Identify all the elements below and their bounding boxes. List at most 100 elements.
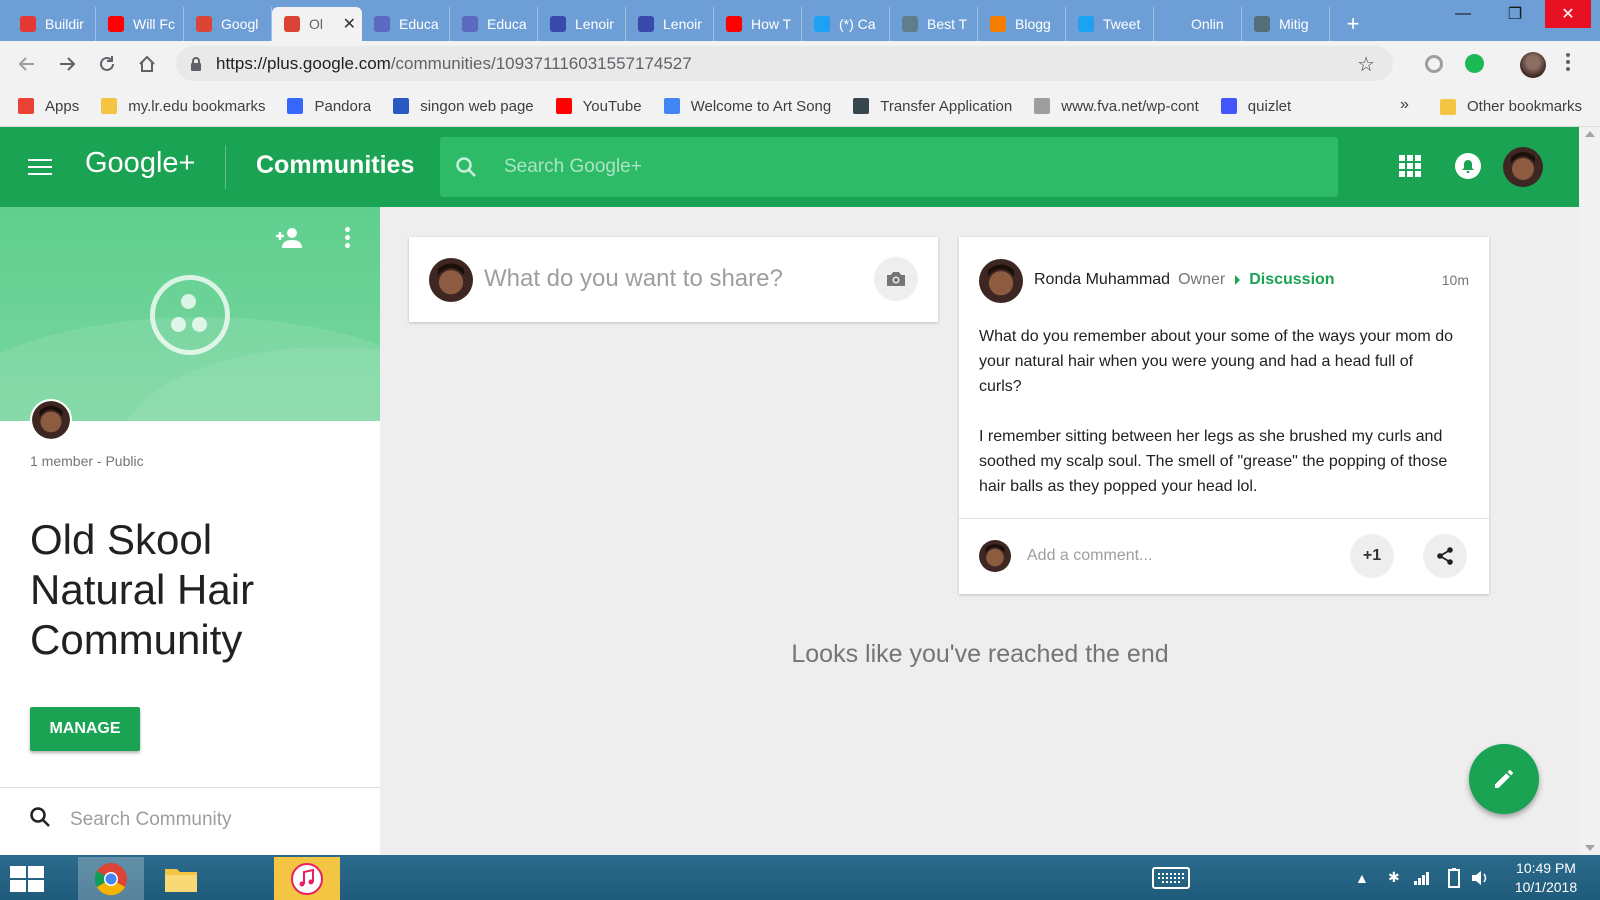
browser-tab[interactable]: Educa — [450, 7, 538, 41]
profile-avatar-icon[interactable] — [1520, 52, 1546, 78]
battery-icon[interactable] — [1445, 855, 1463, 900]
scroll-down-icon[interactable] — [1585, 845, 1595, 851]
header-divider — [225, 145, 226, 189]
touch-keyboard-icon[interactable] — [1152, 855, 1190, 900]
taskbar-itunes[interactable] — [274, 857, 340, 900]
post-timestamp[interactable]: 10m — [1442, 272, 1469, 288]
grammarly-extension-icon[interactable] — [1465, 54, 1484, 73]
browser-tab[interactable]: Mitig — [1242, 7, 1330, 41]
bookmark-item[interactable]: Apps — [18, 98, 79, 115]
bookmark-item[interactable]: YouTube — [555, 98, 642, 115]
browser-tab[interactable]: (*) Ca — [802, 7, 890, 41]
author-role: Owner — [1178, 271, 1226, 288]
browser-tab[interactable]: Lenoir — [626, 7, 714, 41]
browser-tab[interactable]: How T — [714, 7, 802, 41]
reload-button[interactable] — [94, 51, 120, 77]
music-note-icon — [291, 862, 323, 895]
share-box[interactable]: What do you want to share? — [409, 237, 938, 322]
share-prompt[interactable]: What do you want to share? — [484, 265, 783, 293]
new-tab-button[interactable]: + — [1338, 7, 1368, 41]
browser-tab[interactable]: Blogg — [978, 7, 1066, 41]
bookmark-item[interactable]: singon web page — [393, 98, 534, 115]
user-avatar[interactable] — [1503, 147, 1543, 187]
back-button[interactable] — [14, 51, 40, 77]
system-clock[interactable]: 10:49 PM 10/1/2018 — [1505, 859, 1587, 897]
commenter-avatar — [979, 540, 1011, 572]
bookmark-star-icon[interactable]: ☆ — [1357, 52, 1375, 77]
chrome-menu-icon[interactable] — [1566, 53, 1572, 71]
youtube-icon — [108, 16, 124, 32]
invite-person-icon[interactable] — [274, 227, 304, 249]
bookmark-label: Apps — [45, 97, 80, 115]
author-avatar[interactable] — [979, 259, 1023, 303]
scroll-up-icon[interactable] — [1585, 131, 1595, 137]
bluetooth-icon[interactable]: ✱ — [1388, 855, 1400, 900]
bookmarks-overflow-button[interactable]: » — [1400, 96, 1409, 114]
google-icon — [663, 98, 680, 114]
browser-tab[interactable]: Best T — [890, 7, 978, 41]
pencil-icon — [1495, 770, 1513, 788]
post-category[interactable]: Discussion — [1249, 271, 1334, 289]
bookmark-item[interactable]: Transfer Application — [853, 98, 1012, 115]
browser-tab[interactable]: Buildir — [8, 7, 96, 41]
x-logo-icon — [393, 98, 410, 114]
gplus-search[interactable] — [440, 137, 1338, 197]
section-title[interactable]: Communities — [256, 151, 414, 180]
extension-icon[interactable] — [1425, 55, 1443, 73]
bookmark-item[interactable]: www.fva.net/wp-cont — [1034, 98, 1199, 115]
user-avatar — [429, 258, 473, 302]
gplus-search-input[interactable] — [504, 151, 1304, 183]
apps-grid-icon[interactable] — [1399, 155, 1421, 177]
bookmark-item[interactable]: Pandora — [287, 98, 371, 115]
browser-tab[interactable]: Tweet — [1066, 7, 1154, 41]
compose-fab-button[interactable] — [1469, 744, 1539, 814]
browser-tab[interactable]: Googl — [184, 7, 272, 41]
address-bar[interactable]: https://plus.google.com/communities/1093… — [176, 46, 1393, 81]
community-meta: 1 member - Public — [30, 453, 144, 469]
other-bookmarks-folder[interactable]: Other bookmarks — [1440, 98, 1582, 115]
bookmark-item[interactable]: Welcome to Art Song — [663, 98, 831, 115]
clock-date: 10/1/2018 — [1514, 879, 1578, 895]
taskbar-file-explorer[interactable] — [148, 857, 214, 900]
image-icon — [902, 16, 918, 32]
page-scrollbar[interactable] — [1579, 127, 1600, 855]
volume-icon[interactable] — [1470, 855, 1490, 900]
bookmark-item[interactable]: quizlet — [1220, 98, 1291, 115]
menu-icon[interactable] — [28, 159, 52, 177]
google-plus-logo[interactable]: Google+ — [85, 147, 195, 180]
home-button[interactable] — [134, 51, 160, 77]
plus-one-button[interactable]: +1 — [1350, 534, 1394, 578]
caret-right-icon — [1235, 275, 1241, 285]
restore-button[interactable]: ❐ — [1492, 0, 1538, 28]
doc-icon — [374, 16, 390, 32]
share-button[interactable] — [1423, 534, 1467, 578]
member-avatar[interactable] — [30, 399, 72, 441]
forward-button[interactable] — [54, 51, 80, 77]
comment-input[interactable] — [1027, 541, 1327, 571]
manage-button[interactable]: MANAGE — [30, 707, 140, 751]
tab-title: Educa — [487, 16, 527, 32]
browser-tab[interactable]: Educa — [362, 7, 450, 41]
url-text: https://plus.google.com/communities/1093… — [216, 53, 692, 73]
more-options-icon[interactable] — [345, 227, 353, 249]
show-hidden-icons-icon[interactable]: ▲ — [1355, 855, 1369, 900]
close-window-button[interactable]: ✕ — [1545, 0, 1591, 28]
camera-button[interactable] — [874, 257, 918, 301]
bookmark-item[interactable]: my.lr.edu bookmarks — [101, 98, 265, 115]
taskbar-chrome[interactable] — [78, 857, 144, 900]
apps-grid-icon — [18, 98, 34, 114]
browser-tab[interactable]: Onlin — [1154, 7, 1242, 41]
arrow-left-icon — [18, 57, 34, 71]
author-name[interactable]: Ronda Muhammad — [1034, 271, 1170, 289]
notifications-bell-icon[interactable] — [1455, 153, 1481, 179]
close-tab-icon[interactable]: ✕ — [343, 14, 356, 34]
browser-tab[interactable]: Ol ✕ — [272, 7, 362, 41]
tab-title: (*) Ca — [839, 16, 876, 32]
wifi-signal-icon[interactable] — [1413, 855, 1431, 900]
calendar-icon — [550, 16, 566, 32]
minimize-button[interactable]: — — [1440, 0, 1486, 28]
windows-start-icon[interactable] — [10, 866, 44, 892]
browser-tab[interactable]: Lenoir — [538, 7, 626, 41]
browser-tab[interactable]: Will Fc — [96, 7, 184, 41]
community-search-input[interactable] — [70, 805, 350, 835]
